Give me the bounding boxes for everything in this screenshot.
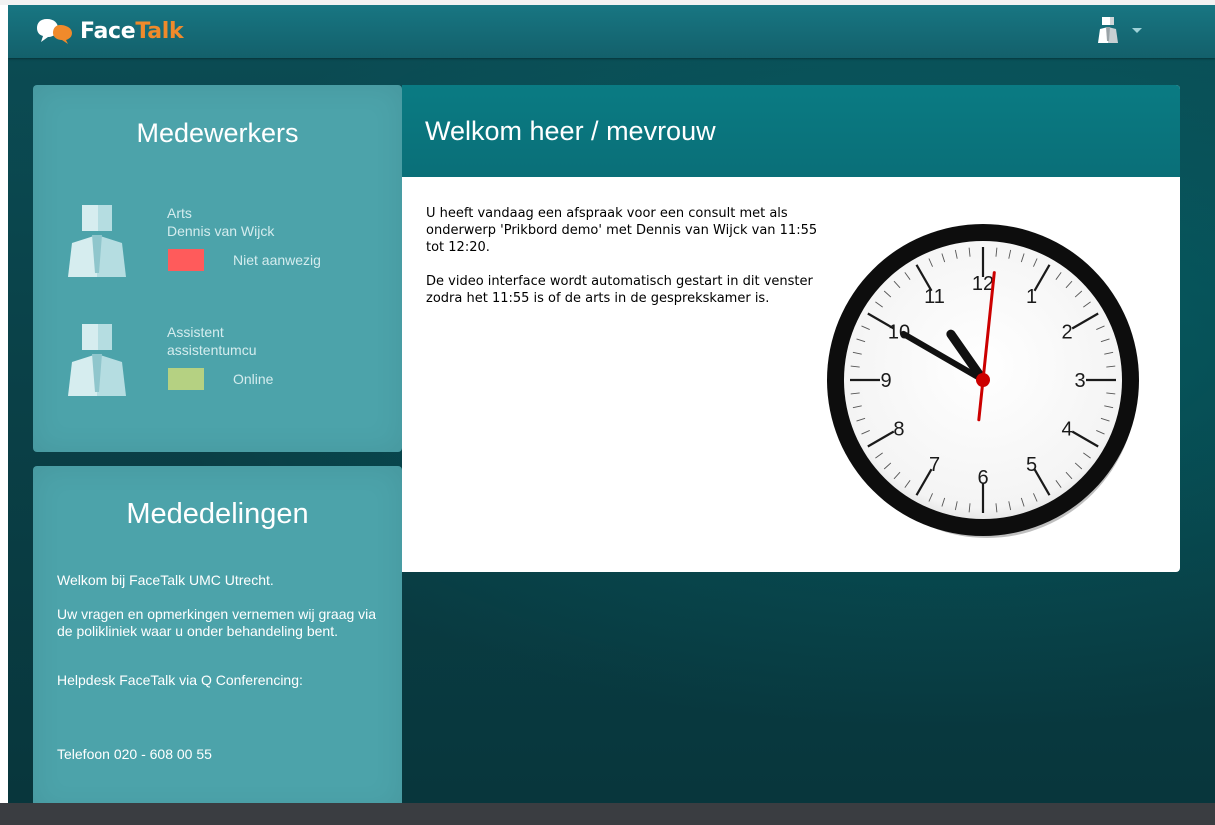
- clock-numeral: 6: [977, 467, 988, 489]
- staff-role: Assistent: [167, 324, 224, 340]
- staff-member-assistent: Assistent assistentumcu Online: [33, 324, 402, 414]
- user-icon: [1098, 17, 1118, 43]
- chevron-down-icon: [1132, 27, 1142, 33]
- person-silhouette-icon: [68, 205, 126, 277]
- staff-member-arts: Arts Dennis van Wijck Niet aanwezig: [33, 205, 402, 295]
- staff-panel: Medewerkers Arts Dennis van Wijck Niet a…: [33, 85, 402, 452]
- notices-panel-title: Mededelingen: [126, 498, 309, 530]
- clock-numeral: 11: [924, 286, 945, 308]
- welcome-panel: Welkom heer / mevrouw U heeft vandaag ee…: [402, 85, 1180, 572]
- auto-start-text: De video interface wordt automatisch ges…: [426, 274, 813, 306]
- notices-panel: Mededelingen Welkom bij FaceTalk UMC Utr…: [33, 466, 402, 803]
- clock-center-pin: [976, 373, 990, 387]
- analog-clock: 121234567891011: [827, 224, 1139, 538]
- notice-line: Welkom bij FaceTalk UMC Utrecht.: [57, 572, 274, 588]
- clock-numeral: 8: [893, 419, 904, 441]
- clock-numeral: 5: [1026, 454, 1037, 476]
- notices-body: Welkom bij FaceTalk UMC Utrecht. Uw vrag…: [57, 572, 387, 763]
- notice-line: Telefoon 020 - 608 00 55: [57, 746, 212, 762]
- clock-numeral: 9: [880, 370, 891, 392]
- notice-line: Uw vragen en opmerkingen vernemen wij gr…: [57, 606, 377, 639]
- speech-bubbles-icon: [37, 19, 72, 44]
- clock-numeral: 2: [1061, 322, 1072, 344]
- welcome-header: Welkom heer / mevrouw: [402, 85, 1180, 177]
- user-menu-button[interactable]: [1098, 17, 1142, 43]
- status-label: Online: [233, 371, 274, 387]
- app-logo[interactable]: FaceTalk: [36, 16, 184, 46]
- notice-line: Helpdesk FaceTalk via Q Conferencing:: [57, 672, 303, 688]
- clock-numeral: 7: [929, 454, 940, 476]
- status-indicator-online: [168, 368, 204, 390]
- status-indicator-absent: [168, 249, 204, 271]
- taskbar: [0, 803, 1215, 825]
- staff-role: Arts: [167, 205, 192, 221]
- appointment-text: U heeft vandaag een afspraak voor een co…: [426, 206, 818, 255]
- person-silhouette-icon: [68, 324, 126, 396]
- appointment-info: U heeft vandaag een afspraak voor een co…: [426, 205, 826, 307]
- clock-numeral: 1: [1026, 286, 1037, 308]
- app-name: FaceTalk: [80, 18, 184, 44]
- clock-numeral: 4: [1061, 419, 1072, 441]
- status-label: Niet aanwezig: [233, 252, 321, 268]
- app-frame: FaceTalk Medewerkers Arts Dennis van Wij…: [8, 5, 1215, 803]
- app-header: FaceTalk: [8, 5, 1215, 58]
- clock-numeral: 3: [1074, 370, 1085, 392]
- welcome-title: Welkom heer / mevrouw: [425, 116, 716, 146]
- staff-panel-title: Medewerkers: [136, 118, 299, 148]
- staff-name: assistentumcu: [167, 342, 257, 358]
- staff-name: Dennis van Wijck: [167, 223, 275, 239]
